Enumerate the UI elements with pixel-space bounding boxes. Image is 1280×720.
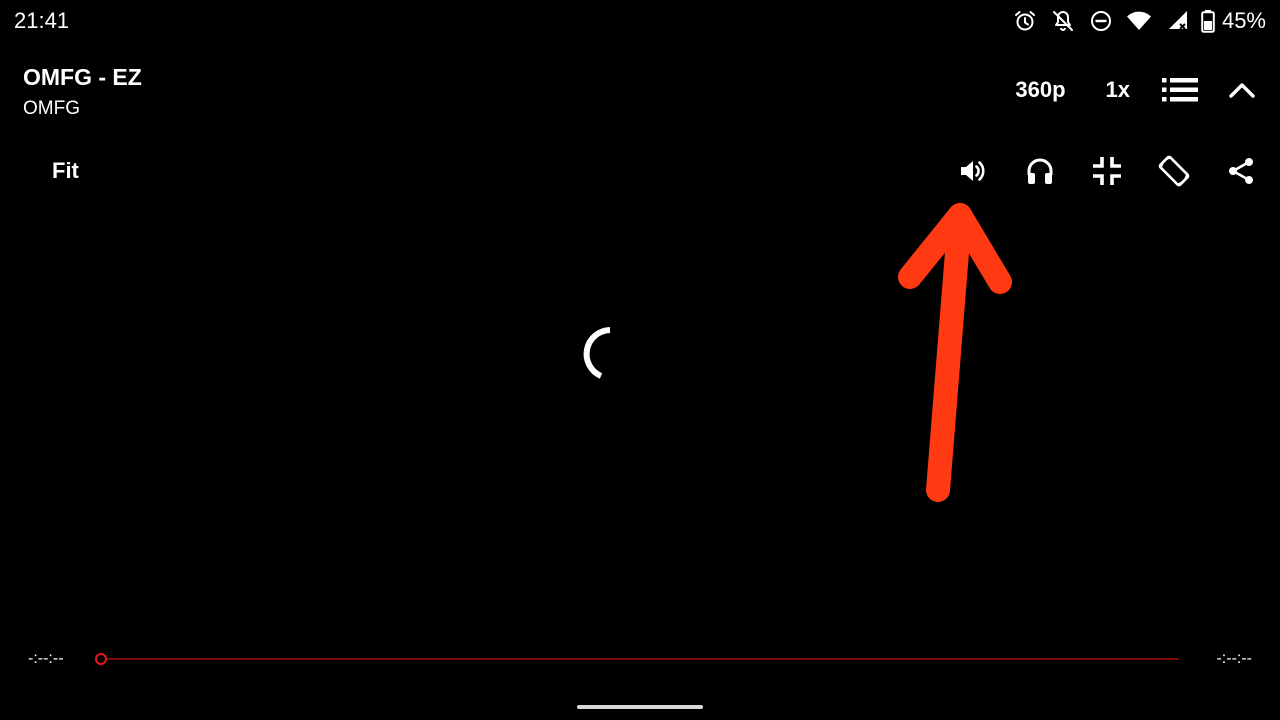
queue-list-icon[interactable] — [1156, 68, 1204, 112]
no-sim-icon — [1164, 8, 1190, 34]
wifi-icon — [1126, 8, 1152, 34]
player-action-icons — [939, 147, 1274, 195]
do-not-disturb-icon — [1088, 8, 1114, 34]
total-time: -:--:-- — [1216, 650, 1252, 667]
volume-icon[interactable] — [939, 147, 1006, 195]
loading-spinner — [583, 327, 611, 379]
battery-icon — [1200, 8, 1216, 34]
headphones-icon[interactable] — [1006, 147, 1073, 195]
video-player-screen: 21:41 45% OMFG - EZ OMFG 360p 1x Fit -:-… — [0, 0, 1280, 720]
battery-percent: 45% — [1221, 8, 1266, 33]
alarm-icon — [1012, 8, 1038, 34]
annotation-arrow — [898, 203, 1012, 502]
video-channel: OMFG — [23, 98, 80, 119]
status-time: 21:41 — [14, 8, 70, 33]
seek-thumb[interactable] — [95, 653, 107, 665]
top-controls: 360p 1x — [995, 68, 1280, 112]
notifications-off-icon — [1050, 8, 1076, 34]
playback-speed-button[interactable]: 1x — [1086, 77, 1156, 103]
current-time: -:--:-- — [28, 650, 64, 667]
fit-button[interactable]: Fit — [52, 158, 79, 184]
video-title: OMFG - EZ — [23, 64, 142, 90]
home-indicator[interactable] — [577, 705, 703, 709]
share-icon[interactable] — [1207, 147, 1274, 195]
status-icons: 45% — [1000, 7, 1266, 35]
exit-fullscreen-icon[interactable] — [1073, 147, 1140, 195]
seek-bar[interactable] — [101, 658, 1179, 660]
quality-button[interactable]: 360p — [995, 77, 1085, 103]
chevron-up-icon[interactable] — [1218, 68, 1266, 112]
screen-rotation-icon[interactable] — [1140, 147, 1207, 195]
